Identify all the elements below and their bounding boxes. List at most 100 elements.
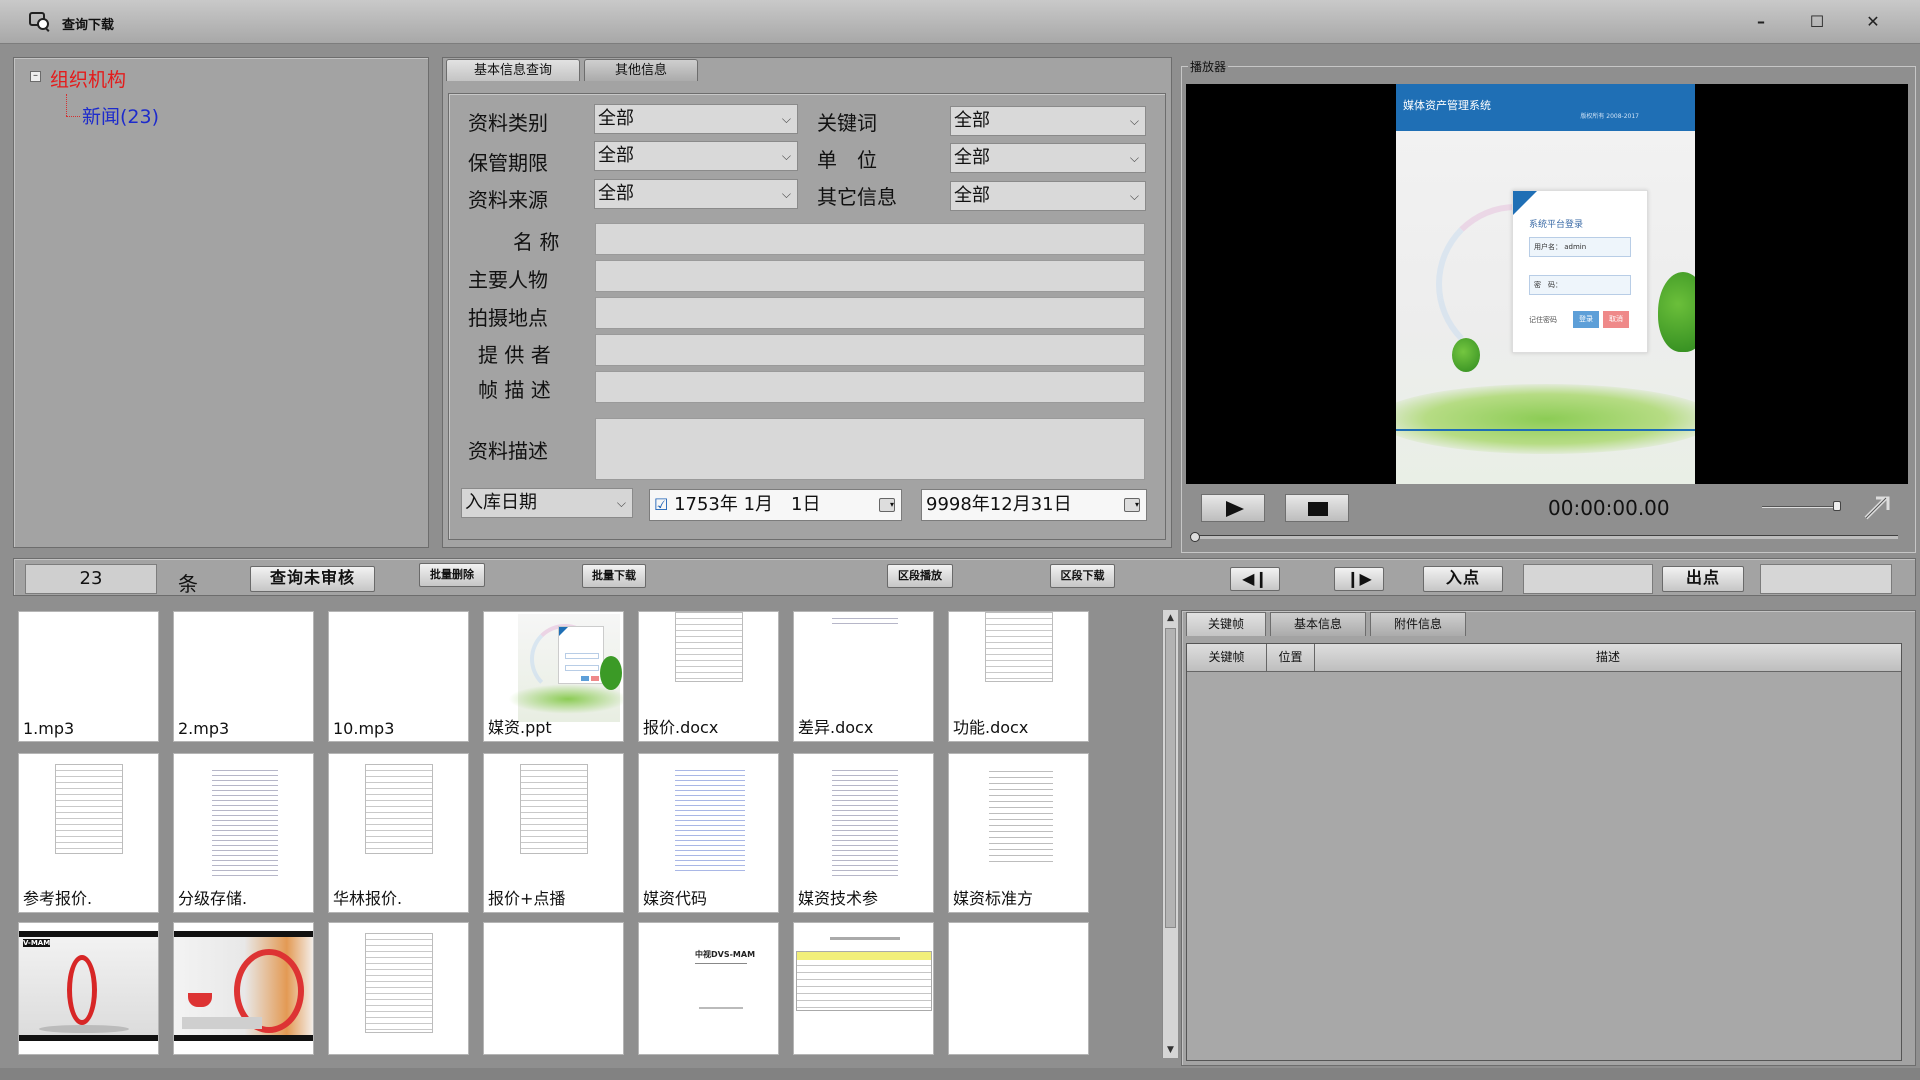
seek-thumb[interactable] bbox=[1190, 532, 1200, 542]
thumbnail-item[interactable] bbox=[173, 922, 314, 1055]
window-title: 查询下载 bbox=[62, 18, 115, 33]
thumbnail-item[interactable]: 参考报价. bbox=[18, 753, 159, 913]
document-preview bbox=[985, 612, 1053, 682]
query-unreviewed-button[interactable]: 查询未审核 bbox=[250, 566, 375, 592]
thumbnail-caption: 功能.docx bbox=[953, 718, 1029, 737]
tree-collapse-icon[interactable]: – bbox=[30, 71, 41, 82]
tree-node-root[interactable]: 组织机构 bbox=[50, 65, 126, 92]
column-header-position[interactable]: 位置 bbox=[1267, 644, 1315, 672]
thumbnail-item[interactable]: 报价.docx bbox=[638, 611, 779, 742]
thumbnail-item[interactable] bbox=[483, 922, 624, 1055]
thumbnail-item[interactable]: V-MAM bbox=[18, 922, 159, 1055]
thumbnail-item[interactable] bbox=[793, 922, 934, 1055]
thumbnail-item[interactable]: 差异.docx bbox=[793, 611, 934, 742]
thumbnail-item[interactable]: 分级存储. bbox=[173, 753, 314, 913]
type-combo[interactable]: 全部 ⌵ bbox=[594, 104, 798, 134]
thumbnail-item[interactable] bbox=[328, 922, 469, 1055]
thumbnail-item[interactable]: 媒资标准方 bbox=[948, 753, 1089, 913]
scroll-up-icon[interactable]: ▲ bbox=[1163, 610, 1178, 626]
play-button[interactable] bbox=[1201, 494, 1265, 522]
calendar-icon[interactable]: ▾ bbox=[1124, 498, 1140, 512]
thumbnail-item[interactable]: 1.mp3 bbox=[18, 611, 159, 742]
thumbnail-item[interactable]: 功能.docx bbox=[948, 611, 1089, 742]
out-point-input[interactable] bbox=[1760, 564, 1892, 594]
thumbnail-item[interactable]: 2.mp3 bbox=[173, 611, 314, 742]
maximize-button[interactable]: ☐ bbox=[1800, 8, 1834, 36]
tab-keyframes[interactable]: 关键帧 bbox=[1186, 612, 1266, 636]
material-desc-input[interactable] bbox=[595, 418, 1145, 480]
next-frame-button[interactable]: ❙▶ bbox=[1334, 567, 1384, 591]
tree-node-news[interactable]: 新闻(23) bbox=[82, 102, 159, 129]
combo-value: 全部 bbox=[954, 185, 990, 206]
location-input[interactable] bbox=[595, 297, 1145, 329]
frame-header-sub: 版权所有 2008-2017 bbox=[1580, 113, 1639, 120]
corner-decoration bbox=[1513, 191, 1537, 215]
combo-value: 全部 bbox=[954, 110, 990, 131]
thumbnail-item[interactable]: 媒资技术参 bbox=[793, 753, 934, 913]
tab-other-info[interactable]: 其他信息 bbox=[584, 59, 698, 81]
column-header-description[interactable]: 描述 bbox=[1315, 644, 1901, 672]
frame-desc-input[interactable] bbox=[595, 371, 1145, 403]
source-combo[interactable]: 全部 ⌵ bbox=[594, 179, 798, 209]
tab-attachments[interactable]: 附件信息 bbox=[1370, 612, 1466, 636]
seek-bar[interactable] bbox=[1190, 535, 1898, 539]
document-preview bbox=[796, 951, 932, 1011]
thumbnail-item[interactable]: 10.mp3 bbox=[328, 611, 469, 742]
result-count-unit: 条 bbox=[178, 572, 198, 596]
label-other: 其它信息 bbox=[817, 185, 897, 209]
provider-input[interactable] bbox=[595, 334, 1145, 366]
unit-combo[interactable]: 全部 ⌵ bbox=[950, 143, 1146, 173]
scroll-thumb[interactable] bbox=[1165, 628, 1176, 928]
volume-slider[interactable] bbox=[1762, 506, 1840, 508]
frame-login-title: 系统平台登录 bbox=[1529, 220, 1584, 230]
out-point-button[interactable]: 出点 bbox=[1662, 566, 1744, 592]
fullscreen-icon[interactable] bbox=[1862, 494, 1892, 522]
date-field-combo[interactable]: 入库日期 ⌵ bbox=[461, 488, 633, 518]
grass-decoration bbox=[1396, 384, 1695, 454]
other-combo[interactable]: 全部 ⌵ bbox=[950, 181, 1146, 211]
frame-login-button: 登录 bbox=[1573, 311, 1599, 328]
persons-input[interactable] bbox=[595, 260, 1145, 292]
date-enable-checkbox[interactable]: ☑ bbox=[654, 495, 668, 514]
stop-button[interactable] bbox=[1285, 494, 1349, 522]
date-from-picker[interactable]: ☑ 1753年 1月 1日 ▾ bbox=[649, 489, 902, 521]
volume-thumb[interactable] bbox=[1833, 501, 1841, 511]
player-title: 播放器 bbox=[1188, 58, 1229, 75]
name-input[interactable] bbox=[595, 223, 1145, 255]
segment-play-button[interactable]: 区段播放 bbox=[887, 564, 953, 588]
column-header-keyframe[interactable]: 关键帧 bbox=[1187, 644, 1267, 672]
date-to-picker[interactable]: 9998年12月31日 ▾ bbox=[921, 489, 1147, 521]
cover-line bbox=[699, 1007, 743, 1009]
minimize-button[interactable]: – bbox=[1744, 8, 1778, 36]
thumbnail-item[interactable]: 媒资.ppt bbox=[483, 611, 624, 742]
retention-combo[interactable]: 全部 ⌵ bbox=[594, 141, 798, 171]
frame-divider bbox=[1396, 429, 1695, 431]
thumbnail-item[interactable] bbox=[948, 922, 1089, 1055]
scroll-down-icon[interactable]: ▼ bbox=[1163, 1042, 1178, 1058]
thumbnail-item[interactable]: 中视DVS-MAM bbox=[638, 922, 779, 1055]
in-point-button[interactable]: 入点 bbox=[1423, 566, 1503, 592]
thumbnail-item[interactable]: 华林报价. bbox=[328, 753, 469, 913]
date-from-value: 1753年 1月 1日 bbox=[674, 494, 821, 515]
thumbnail-caption: 2.mp3 bbox=[178, 719, 230, 738]
thumbnail-caption: 报价.docx bbox=[643, 718, 719, 737]
grid-scrollbar[interactable]: ▲ ▼ bbox=[1162, 610, 1178, 1058]
batch-download-button[interactable]: 批量下载 bbox=[582, 564, 646, 588]
document-preview bbox=[675, 612, 743, 682]
status-bar bbox=[0, 1068, 1920, 1080]
close-button[interactable]: ✕ bbox=[1856, 8, 1890, 36]
in-point-input[interactable] bbox=[1523, 564, 1653, 594]
tab-basic-search[interactable]: 基本信息查询 bbox=[446, 59, 580, 81]
tab-basic-info[interactable]: 基本信息 bbox=[1270, 612, 1366, 636]
segment-download-button[interactable]: 区段下载 bbox=[1050, 564, 1115, 588]
frame-user-value: admin bbox=[1564, 243, 1587, 251]
calendar-icon[interactable]: ▾ bbox=[879, 498, 895, 512]
prev-frame-button[interactable]: ◀❙ bbox=[1230, 567, 1280, 591]
keyword-combo[interactable]: 全部 ⌵ bbox=[950, 106, 1146, 136]
thumbnail-item[interactable]: 媒资代码 bbox=[638, 753, 779, 913]
label-location: 拍摄地点 bbox=[468, 306, 548, 330]
batch-delete-button[interactable]: 批量删除 bbox=[419, 563, 485, 587]
thumbnail-item[interactable]: 报价+点播 bbox=[483, 753, 624, 913]
thumbnail-caption: 媒资技术参 bbox=[798, 889, 879, 908]
tree-decoration bbox=[1452, 338, 1480, 372]
